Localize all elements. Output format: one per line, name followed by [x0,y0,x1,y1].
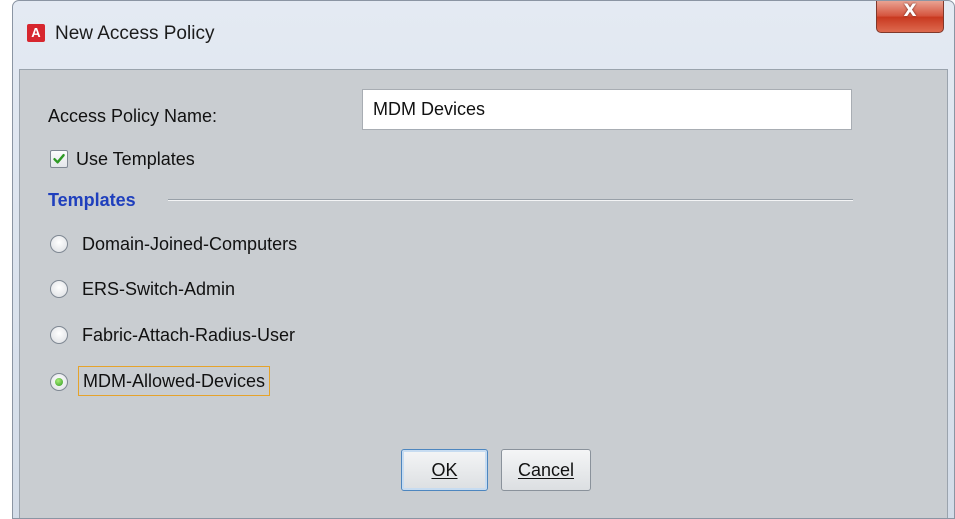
checkmark-icon [53,154,65,164]
dialog-body: Access Policy Name: Use Templates Templa… [19,69,948,518]
policy-name-label: Access Policy Name: [48,106,218,126]
window-title: New Access Policy [55,23,215,44]
app-logo-icon: A [27,24,45,42]
template-option-label: ERS-Switch-Admin [82,279,236,299]
radio-button-selected[interactable] [50,373,68,391]
policy-name-input[interactable] [362,89,852,130]
templates-section-title: Templates [48,190,136,210]
section-divider [168,199,853,201]
radio-button[interactable] [50,326,68,344]
use-templates-checkbox[interactable] [50,150,68,168]
use-templates-label: Use Templates [76,149,195,169]
template-option-label: MDM-Allowed-Devices [78,366,271,396]
close-icon: X [903,1,917,21]
radio-button[interactable] [50,280,68,298]
radio-button[interactable] [50,235,68,253]
cancel-button[interactable]: Cancel [501,449,591,491]
title-bar[interactable]: A New Access Policy X [13,1,954,69]
template-option-label: Domain-Joined-Computers [82,234,298,254]
close-button[interactable]: X [876,1,944,33]
ok-button[interactable]: OK [401,449,488,491]
template-option-label: Fabric-Attach-Radius-User [82,325,296,345]
dialog-window: A New Access Policy X Access Policy Name… [12,0,955,519]
radio-dot-icon [55,378,63,386]
